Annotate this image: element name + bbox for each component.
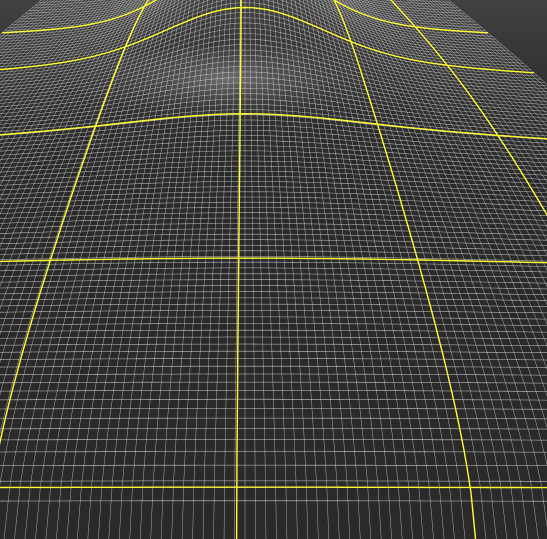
terrain-mesh-canvas[interactable] xyxy=(0,0,547,539)
terrain-viewport[interactable] xyxy=(0,0,547,539)
